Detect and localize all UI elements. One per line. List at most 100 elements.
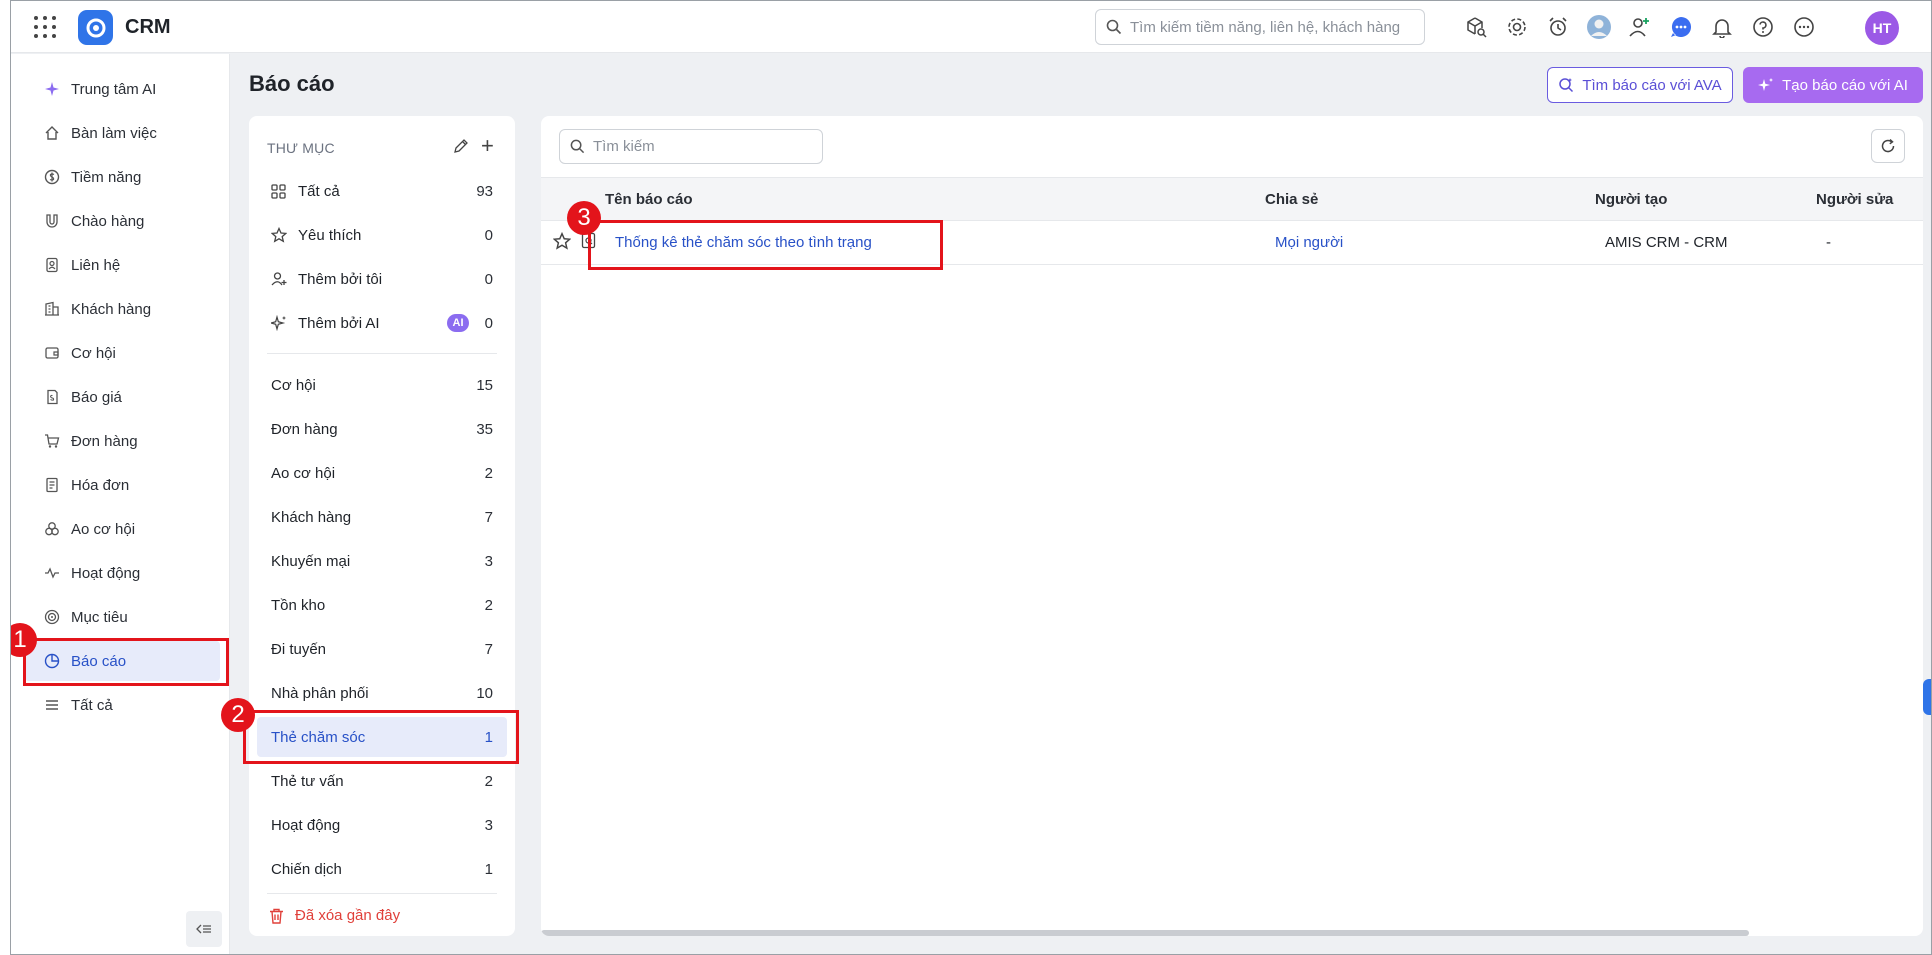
folder-count: 2 — [484, 464, 493, 482]
column-header-share[interactable]: Chia sẻ — [1265, 191, 1318, 208]
folder-item[interactable]: Khách hàng 7 — [257, 497, 507, 537]
sidebar-item-quotes[interactable]: Báo giá — [25, 377, 220, 417]
global-search-input[interactable]: Tìm kiếm tiềm năng, liên hệ, khách hàng — [1095, 9, 1425, 45]
report-editor: - — [1826, 234, 1831, 251]
side-panel-toggle-icon[interactable]: ‹ — [1923, 679, 1931, 715]
folder-label: Đi tuyến — [271, 640, 327, 658]
folder-label: Nhà phân phối — [271, 684, 369, 702]
sidebar-item-label: Hoạt động — [71, 564, 141, 582]
folder-count: 0 — [484, 270, 493, 288]
app-title: CRM — [125, 16, 171, 38]
folder-item[interactable]: Hoạt động 3 — [257, 805, 507, 845]
ai-button-label: Tạo báo cáo với AI — [1782, 76, 1908, 94]
search-with-ava-button[interactable]: Tìm báo cáo với AVA — [1547, 67, 1733, 103]
collapse-sidebar-icon[interactable] — [186, 911, 222, 947]
folder-count: 1 — [484, 860, 493, 878]
folder-count: 3 — [484, 552, 493, 570]
folder-item[interactable]: Khuyến mại 3 — [257, 541, 507, 581]
create-report-ai-button[interactable]: Tạo báo cáo với AI — [1743, 67, 1923, 103]
report-search-input[interactable]: Tìm kiếm — [559, 129, 823, 164]
sidebar-item-goals[interactable]: Mục tiêu — [25, 597, 220, 637]
sidebar-item-orders[interactable]: Đơn hàng — [25, 421, 220, 461]
more-options-icon[interactable] — [1791, 14, 1817, 40]
ava-button-label: Tìm báo cáo với AVA — [1582, 76, 1722, 94]
column-header-creator[interactable]: Người tạo — [1595, 191, 1667, 208]
report-share[interactable]: Mọi người — [1275, 234, 1343, 251]
folder-item[interactable]: Đi tuyến 7 — [257, 629, 507, 669]
sparkle-icon — [43, 80, 61, 98]
grid-icon — [271, 183, 289, 199]
pool-icon — [43, 520, 61, 538]
highlight-box-report-name — [588, 220, 943, 270]
sidebar-item-leads[interactable]: Tiềm năng — [25, 157, 220, 197]
recently-deleted-label: Đã xóa gần đây — [295, 907, 401, 924]
page-title: Báo cáo — [249, 71, 335, 96]
folder-count: 0 — [484, 314, 493, 332]
sidebar-item-label: Tất cả — [71, 696, 113, 714]
sidebar-item-customers[interactable]: Khách hàng — [25, 289, 220, 329]
star-icon — [271, 227, 289, 243]
alarm-clock-icon[interactable] — [1545, 14, 1571, 40]
sidebar-item-workspace[interactable]: Bàn làm việc — [25, 113, 220, 153]
folder-count: 15 — [476, 376, 493, 394]
folder-item[interactable]: Đơn hàng 35 — [257, 409, 507, 449]
ai-sparkle-icon — [271, 315, 289, 331]
folder-item[interactable]: Chiến dịch 1 — [257, 849, 507, 889]
folder-divider — [267, 353, 497, 354]
sidebar-item-opportunity-pool[interactable]: Ao cơ hội — [25, 509, 220, 549]
app-launcher-icon[interactable] — [34, 16, 56, 38]
sidebar-item-all[interactable]: Tất cả — [25, 685, 220, 725]
bell-icon[interactable] — [1709, 14, 1735, 40]
user-add-icon — [271, 271, 289, 287]
ai-search-icon — [1559, 78, 1574, 93]
report-creator: AMIS CRM - CRM — [1605, 234, 1728, 251]
help-icon[interactable] — [1750, 14, 1776, 40]
sidebar-item-label: Trung tâm AI — [71, 80, 157, 98]
column-header-name[interactable]: Tên báo cáo — [605, 191, 693, 208]
folder-count: 0 — [484, 226, 493, 244]
sidebar-item-label: Báo giá — [71, 388, 122, 406]
sidebar-item-activities[interactable]: Hoạt động — [25, 553, 220, 593]
folder-item-favorites[interactable]: Yêu thích 0 — [257, 215, 507, 255]
sidebar-item-contacts[interactable]: Liên hệ — [25, 245, 220, 285]
folder-item[interactable]: Nhà phân phối 10 — [257, 673, 507, 713]
add-user-icon[interactable] — [1627, 14, 1653, 40]
folder-item[interactable]: Thẻ tư vấn 2 — [257, 761, 507, 801]
sidebar-item-label: Ao cơ hội — [71, 520, 136, 538]
edit-icon[interactable] — [453, 138, 469, 159]
table-header: Tên báo cáo Chia sẻ Người tạo Người sửa — [541, 177, 1923, 221]
folder-count: 93 — [476, 182, 493, 200]
folder-count: 2 — [484, 772, 493, 790]
user-avatar-icon[interactable] — [1586, 14, 1612, 40]
folder-label: Chiến dịch — [271, 860, 342, 878]
sidebar-item-opportunities[interactable]: Cơ hội — [25, 333, 220, 373]
add-folder-icon[interactable]: + — [481, 135, 494, 157]
folder-item-all[interactable]: Tất cả 93 — [257, 171, 507, 211]
folder-item[interactable]: Ao cơ hội 2 — [257, 453, 507, 493]
recently-deleted-link[interactable]: Đã xóa gần đây — [269, 907, 400, 924]
sidebar-item-offers[interactable]: Chào hàng — [25, 201, 220, 241]
sparkle-icon — [1758, 78, 1774, 91]
horizontal-scrollbar[interactable] — [541, 930, 1749, 936]
highlight-box-reports-nav — [23, 638, 229, 686]
sidebar-item-invoices[interactable]: Hóa đơn — [25, 465, 220, 505]
folder-count: 10 — [476, 684, 493, 702]
folder-item-added-by-ai[interactable]: Thêm bởi AI AI 0 — [257, 303, 507, 343]
folder-item-added-by-me[interactable]: Thêm bởi tôi 0 — [257, 259, 507, 299]
folder-panel: THƯ MỤC + Tất cả 93 Yêu thích 0 Thêm bởi… — [249, 116, 515, 936]
profile-avatar[interactable]: HT — [1865, 11, 1899, 45]
folder-label: Yêu thích — [298, 226, 362, 244]
sidebar-item-ai-center[interactable]: Trung tâm AI — [25, 69, 220, 109]
chat-icon[interactable] — [1668, 14, 1694, 40]
folder-item[interactable]: Tồn kho 2 — [257, 585, 507, 625]
gear-icon[interactable] — [1504, 14, 1530, 40]
folder-count: 3 — [484, 816, 493, 834]
top-bar: CRM Tìm kiếm tiềm năng, liên hệ, khách h… — [11, 1, 1931, 53]
favorite-star-icon[interactable] — [552, 231, 572, 254]
column-header-editor[interactable]: Người sửa — [1816, 191, 1893, 208]
folder-item[interactable]: Cơ hội 15 — [257, 365, 507, 405]
folder-label: Khách hàng — [271, 508, 352, 526]
sidebar-item-label: Cơ hội — [71, 344, 116, 362]
cube-search-icon[interactable] — [1463, 14, 1489, 40]
refresh-icon[interactable] — [1871, 129, 1905, 163]
